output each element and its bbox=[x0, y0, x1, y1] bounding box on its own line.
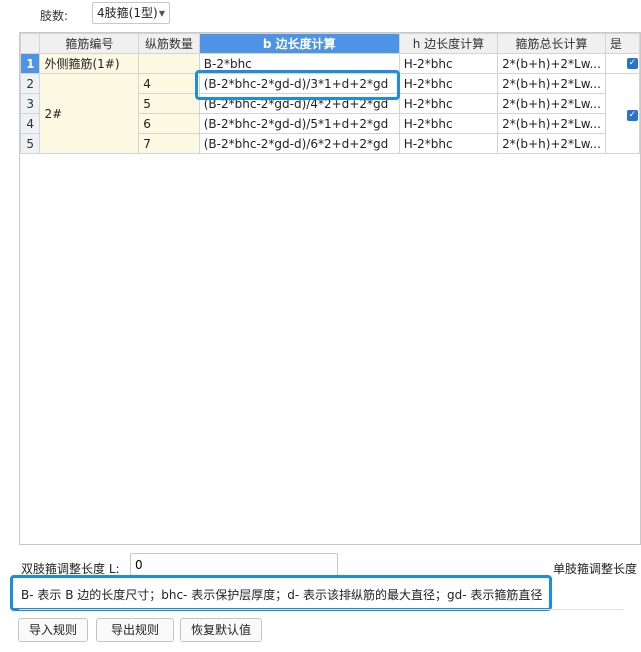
single-leg-adjust-label: 单肢箍调整长度 bbox=[553, 562, 638, 576]
cell-stirrup-id[interactable]: 外侧箍筋(1#) bbox=[39, 53, 140, 74]
column-header-enabled[interactable]: 是 bbox=[604, 33, 640, 54]
restore-defaults-button[interactable]: 恢复默认值 bbox=[180, 618, 262, 642]
checkbox-checked-icon[interactable]: ✓ bbox=[626, 110, 638, 121]
cell-rebar-count[interactable]: 5 bbox=[138, 93, 200, 114]
double-leg-adjust-label: 双肢箍调整长度 L: bbox=[21, 562, 120, 576]
leg-count-select[interactable]: 4肢箍(1型) ▼ bbox=[92, 2, 170, 24]
cell-rebar-count[interactable]: 6 bbox=[138, 113, 200, 134]
stirrup-rule-grid[interactable]: 箍筋编号 纵筋数量 b 边长度计算 h 边长度计算 箍筋总长计算 是 1 外侧箍… bbox=[19, 32, 641, 545]
cell-h-formula[interactable]: H-2*bhc bbox=[398, 93, 499, 114]
cell-h-formula[interactable]: H-2*bhc bbox=[398, 53, 499, 74]
leg-count-label: 肢数: bbox=[40, 9, 69, 23]
row-number[interactable]: 2 bbox=[20, 73, 41, 94]
column-header-stirrup-id[interactable]: 箍筋编号 bbox=[39, 33, 140, 54]
row-number[interactable]: 1 bbox=[20, 53, 41, 74]
cell-b-formula[interactable]: (B-2*bhc-2*gd-d)/6*2+d+2*gd bbox=[198, 133, 400, 154]
import-rules-button[interactable]: 导入规则 bbox=[18, 618, 88, 642]
cell-enabled-merged[interactable]: ✓ bbox=[604, 73, 640, 154]
cell-rebar-count[interactable]: 4 bbox=[138, 73, 200, 94]
variable-legend: B- 表示 B 边的长度尺寸；bhc- 表示保护层厚度；d- 表示该排纵筋的最大… bbox=[21, 588, 543, 602]
double-leg-adjust-input[interactable] bbox=[130, 553, 338, 577]
cell-stirrup-id-merged[interactable]: 2# bbox=[39, 73, 140, 154]
cell-h-formula[interactable]: H-2*bhc bbox=[398, 133, 499, 154]
cell-rebar-count[interactable] bbox=[138, 53, 200, 74]
row-number[interactable]: 3 bbox=[20, 93, 41, 114]
chevron-down-icon: ▼ bbox=[158, 9, 165, 18]
column-header-total-formula[interactable]: 箍筋总长计算 bbox=[497, 33, 606, 54]
cell-h-formula[interactable]: H-2*bhc bbox=[398, 73, 499, 94]
cell-b-formula[interactable]: (B-2*bhc-2*gd-d)/5*1+d+2*gd bbox=[198, 113, 400, 134]
cell-total-formula[interactable]: 2*(b+h)+2*Lw... bbox=[497, 73, 606, 94]
divider bbox=[19, 609, 623, 610]
cell-total-formula[interactable]: 2*(b+h)+2*Lw... bbox=[497, 113, 606, 134]
row-number[interactable]: 5 bbox=[20, 133, 41, 154]
cell-enabled[interactable]: ✓ bbox=[604, 53, 640, 74]
cell-total-formula[interactable]: 2*(b+h)+2*Lw... bbox=[497, 93, 606, 114]
checkbox-checked-icon[interactable]: ✓ bbox=[626, 58, 638, 69]
column-header-h-formula[interactable]: h 边长度计算 bbox=[398, 33, 499, 54]
cell-total-formula[interactable]: 2*(b+h)+2*Lw... bbox=[497, 53, 606, 74]
column-header-b-formula[interactable]: b 边长度计算 bbox=[198, 33, 400, 54]
leg-count-select-value: 4肢箍(1型) bbox=[97, 6, 158, 20]
row-number-header bbox=[20, 33, 41, 54]
cell-rebar-count[interactable]: 7 bbox=[138, 133, 200, 154]
table-row[interactable]: 1 外侧箍筋(1#) B-2*bhc H-2*bhc 2*(b+h)+2*Lw.… bbox=[20, 53, 640, 74]
table-row[interactable]: 2 2# 4 (B-2*bhc-2*gd-d)/3*1+d+2*gd H-2*b… bbox=[20, 73, 640, 154]
cell-b-formula[interactable]: (B-2*bhc-2*gd-d)/3*1+d+2*gd bbox=[198, 73, 400, 94]
cell-b-formula[interactable]: B-2*bhc bbox=[198, 53, 400, 74]
cell-b-formula[interactable]: (B-2*bhc-2*gd-d)/4*2+d+2*gd bbox=[198, 93, 400, 114]
row-number[interactable]: 4 bbox=[20, 113, 41, 134]
export-rules-button[interactable]: 导出规则 bbox=[96, 618, 174, 642]
cell-h-formula[interactable]: H-2*bhc bbox=[398, 113, 499, 134]
column-header-rebar-count[interactable]: 纵筋数量 bbox=[138, 33, 200, 54]
cell-total-formula[interactable]: 2*(b+h)+2*Lw... bbox=[497, 133, 606, 154]
